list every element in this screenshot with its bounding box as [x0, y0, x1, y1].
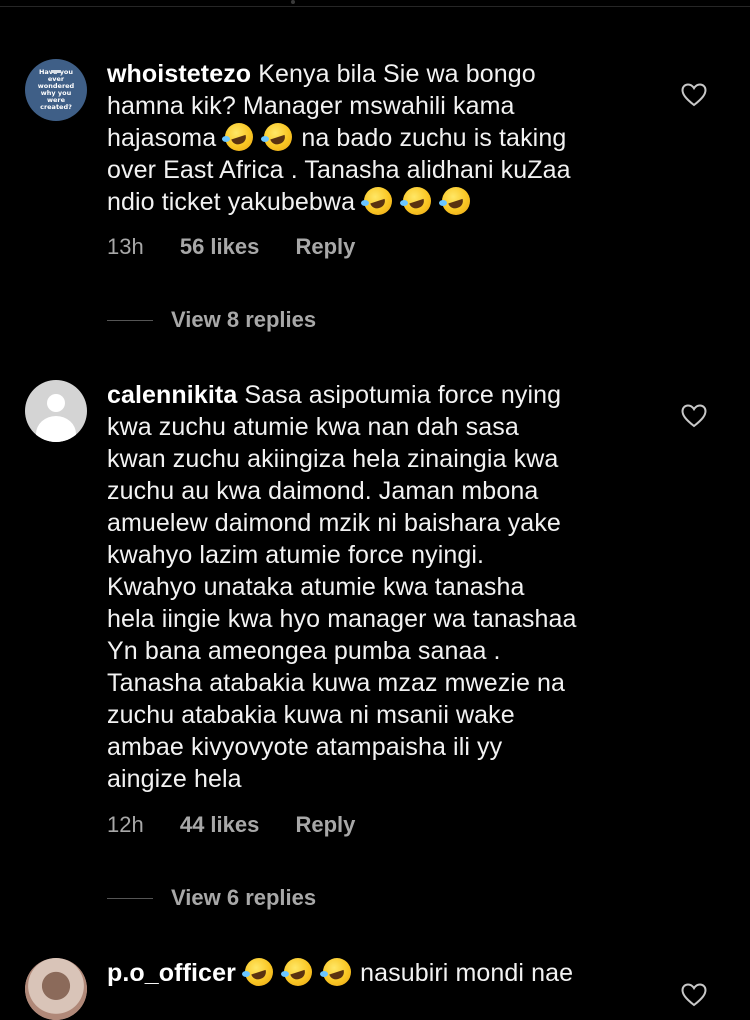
heart-outline-icon[interactable] — [681, 983, 707, 1007]
view-replies-label: View 8 replies — [171, 307, 317, 332]
comment-line-5: ndio ticket yakubebwa — [107, 186, 647, 218]
avatar-photo — [25, 958, 87, 1020]
top-divider — [0, 6, 750, 7]
badge-logo-icon — [51, 70, 61, 73]
default-avatar-head — [47, 394, 65, 412]
comment-line-3: hajasoma na bado zuchu is taking — [107, 122, 647, 154]
reply-button[interactable]: Reply — [295, 234, 355, 259]
comment-line-2: hamna kik? Manager mswahili kama — [107, 92, 515, 120]
laughing-emoji-icon — [439, 187, 471, 215]
likes-count[interactable]: 56 likes — [180, 234, 260, 259]
laughing-emoji-icon — [281, 958, 312, 986]
view-replies-label: View 6 replies — [171, 885, 317, 910]
comment-text: whoistetezo Kenya bila Sie wa bongo hamn… — [107, 58, 647, 218]
comment-text: p.o_officer nasubiri mondi nae — [107, 957, 647, 989]
heart-outline-icon[interactable] — [681, 83, 707, 107]
laughing-emoji-icon — [241, 958, 273, 986]
comment-line-10: Tanasha atabakia kuwa mzaz mwezie na — [107, 669, 566, 697]
likes-count[interactable]: 44 likes — [180, 812, 260, 837]
comment-line-1: calennikita Sasa asipotumia force nying — [107, 379, 647, 411]
comment-line-1: p.o_officer nasubiri mondi nae — [107, 957, 647, 989]
reply-button[interactable]: Reply — [295, 812, 355, 837]
comment-line-12: ambae kivyovyote atampaisha ili yy — [107, 733, 503, 761]
comment-line-2: kwa zuchu atumie kwa nan dah sasa — [107, 413, 519, 441]
heart-outline-icon[interactable] — [681, 404, 707, 428]
avatar[interactable] — [25, 958, 87, 1020]
comment-line-7: Kwahyo unataka atumie kwa tanasha — [107, 573, 525, 601]
comment-line-5: amuelew daimond mzik ni baishara yake — [107, 509, 561, 537]
laughing-emoji-icon — [361, 187, 393, 215]
comment-time: 13h — [107, 234, 144, 259]
comment-line-4: zuchu au kwa daimond. Jaman mbona — [107, 477, 539, 505]
view-replies-button[interactable]: View 6 replies — [107, 885, 316, 911]
comment-meta: 13h 56 likes Reply — [107, 234, 385, 260]
comment-text-segment: nasubiri mondi nae — [353, 959, 574, 987]
comment-line-13: aingize hela — [107, 765, 242, 793]
username[interactable]: calennikita — [107, 381, 237, 409]
comment-line-8: hela iingie kwa hyo manager wa tanashaa — [107, 605, 577, 633]
comment-text: calennikita Sasa asipotumia force nying … — [107, 379, 647, 795]
comment-text-segment: Kenya bila Sie wa bongo — [258, 60, 536, 88]
view-replies-button[interactable]: View 8 replies — [107, 307, 316, 333]
comment-text-segment: hajasoma — [107, 124, 224, 152]
default-avatar-shoulders — [36, 416, 76, 442]
username[interactable]: p.o_officer — [107, 959, 236, 987]
avatar[interactable]: Have you ever wondered why you were crea… — [25, 59, 87, 121]
comment-time: 12h — [107, 812, 144, 837]
comment-line-11: zuchu atabakia kuwa ni msanii wake — [107, 701, 515, 729]
comment-text-segment: na bado zuchu is taking — [294, 124, 567, 152]
comment-line-1: whoistetezo Kenya bila Sie wa bongo — [107, 58, 647, 90]
avatar[interactable] — [25, 380, 87, 442]
avatar-badge-text: Have you ever wondered why you were crea… — [37, 68, 75, 111]
replies-divider-line — [107, 319, 153, 321]
comment-text-segment: ndio ticket yakubebwa — [107, 188, 363, 216]
comment-line-9: Yn bana ameongea pumba sanaa . — [107, 637, 501, 665]
laughing-emoji-icon — [320, 958, 352, 986]
replies-divider-line — [107, 897, 153, 899]
laughing-emoji-icon — [261, 123, 293, 151]
comment-text-segment: Sasa asipotumia force nying — [244, 381, 562, 409]
comment-line-3: kwan zuchu akiingiza hela zinaingia kwa — [107, 445, 559, 473]
comment-line-6: kwahyo lazim atumie force nyingi. — [107, 541, 485, 569]
laughing-emoji-icon — [400, 187, 432, 215]
laughing-emoji-icon — [222, 123, 254, 151]
comment-meta: 12h 44 likes Reply — [107, 812, 385, 838]
username[interactable]: whoistetezo — [107, 60, 251, 88]
top-indicator-dot — [291, 0, 295, 4]
comment-line-4: over East Africa . Tanasha alidhani kuZa… — [107, 156, 571, 184]
